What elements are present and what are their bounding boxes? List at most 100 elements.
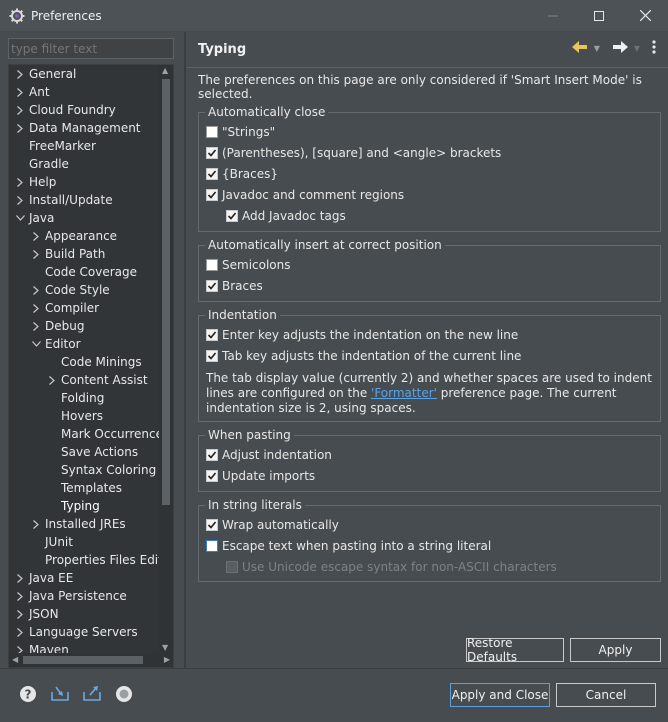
tree-item-java[interactable]: Java — [9, 209, 159, 227]
close-button[interactable] — [622, 0, 668, 31]
tree-item-java-persistence[interactable]: Java Persistence — [9, 587, 159, 605]
tree-item-ant[interactable]: Ant — [9, 83, 159, 101]
chevron-right-icon[interactable] — [31, 227, 41, 245]
tree-item-java-ee[interactable]: Java EE — [9, 569, 159, 587]
insert-braces-checkbox[interactable]: Braces — [206, 279, 263, 293]
chevron-right-icon[interactable] — [47, 371, 57, 389]
chevron-right-icon[interactable] — [15, 119, 25, 137]
tree-vertical-scrollbar[interactable]: ▲ ▼ — [159, 65, 173, 653]
add-javadoc-tags-checkbox[interactable]: Add Javadoc tags — [226, 209, 346, 223]
record-icon[interactable] — [114, 684, 134, 704]
auto-close-braces-checkbox[interactable]: {Braces} — [206, 167, 278, 181]
tree-item-debug[interactable]: Debug — [9, 317, 159, 335]
import-icon[interactable] — [50, 684, 70, 704]
tree-item-templates[interactable]: Templates — [9, 479, 159, 497]
enter-key-indent-checkbox[interactable]: Enter key adjusts the indentation on the… — [206, 328, 518, 342]
checkbox-checked[interactable] — [226, 210, 238, 222]
apply-button[interactable]: Apply — [570, 638, 661, 662]
tree-item-json[interactable]: JSON — [9, 605, 159, 623]
checkbox-checked[interactable] — [206, 329, 218, 341]
scroll-right-icon[interactable]: ▶ — [164, 655, 170, 664]
tree-horizontal-scrollbar[interactable]: ◀ ▶ — [9, 653, 173, 667]
chevron-right-icon[interactable] — [15, 623, 25, 641]
chevron-right-icon[interactable] — [15, 173, 25, 191]
horizontal-scroll-thumb[interactable] — [23, 656, 143, 664]
tree-item-appearance[interactable]: Appearance — [9, 227, 159, 245]
tree-item-install-update[interactable]: Install/Update — [9, 191, 159, 209]
tree-item-folding[interactable]: Folding — [9, 389, 159, 407]
minimize-button[interactable] — [530, 0, 576, 31]
scroll-up-icon[interactable]: ▲ — [162, 66, 168, 75]
checkbox-checked[interactable] — [206, 189, 218, 201]
chevron-right-icon[interactable] — [31, 299, 41, 317]
insert-semicolons-checkbox[interactable]: Semicolons — [206, 258, 291, 272]
auto-close-strings-checkbox[interactable]: "Strings" — [206, 125, 275, 139]
tree-item-code-minings[interactable]: Code Minings — [9, 353, 159, 371]
checkbox-unchecked[interactable] — [226, 561, 238, 573]
checkbox-checked[interactable] — [206, 168, 218, 180]
filter-input[interactable] — [8, 38, 174, 59]
tree-item-mark-occurrences[interactable]: Mark Occurrences — [9, 425, 169, 443]
tree-item-installed-jres[interactable]: Installed JREs — [9, 515, 159, 533]
scroll-left-icon[interactable]: ◀ — [12, 655, 18, 664]
auto-close-brackets-checkbox[interactable]: (Parentheses), [square] and <angle> brac… — [206, 146, 501, 160]
tree-item-syntax-coloring[interactable]: Syntax Coloring — [9, 461, 159, 479]
vertical-scroll-thumb[interactable] — [162, 79, 170, 505]
tree-item-data-management[interactable]: Data Management — [9, 119, 159, 137]
tree-item-freemarker[interactable]: FreeMarker — [9, 137, 159, 155]
tree-item-language-servers[interactable]: Language Servers — [9, 623, 159, 641]
tree-item-build-path[interactable]: Build Path — [9, 245, 159, 263]
chevron-right-icon[interactable] — [31, 317, 41, 335]
chevron-down-icon[interactable] — [31, 335, 41, 353]
checkbox-checked[interactable] — [206, 449, 218, 461]
wrap-automatically-checkbox[interactable]: Wrap automatically — [206, 518, 339, 532]
preferences-tree[interactable]: General Ant Cloud Foundry Data Management Fr… — [8, 64, 174, 668]
back-dropdown-icon[interactable]: ▼ — [594, 44, 600, 53]
tree-item-compiler[interactable]: Compiler — [9, 299, 159, 317]
chevron-right-icon[interactable] — [15, 569, 25, 587]
update-imports-checkbox[interactable]: Update imports — [206, 469, 315, 483]
chevron-right-icon[interactable] — [15, 191, 25, 209]
forward-dropdown-icon[interactable]: ▼ — [634, 44, 640, 53]
tree-item-code-style[interactable]: Code Style — [9, 281, 159, 299]
chevron-right-icon[interactable] — [15, 65, 25, 83]
chevron-right-icon[interactable] — [15, 83, 25, 101]
chevron-right-icon[interactable] — [15, 587, 25, 605]
forward-arrow-icon[interactable] — [612, 41, 628, 56]
export-icon[interactable] — [82, 684, 102, 704]
pane-splitter[interactable] — [184, 32, 186, 668]
chevron-right-icon[interactable] — [15, 605, 25, 623]
checkbox-checked[interactable] — [206, 519, 218, 531]
checkbox-unchecked[interactable] — [206, 259, 218, 271]
apply-and-close-button[interactable]: Apply and Close — [450, 683, 550, 707]
tree-item-gradle[interactable]: Gradle — [9, 155, 159, 173]
formatter-link[interactable]: 'Formatter' — [371, 386, 437, 400]
tree-item-editor[interactable]: Editor — [9, 335, 159, 353]
chevron-right-icon[interactable] — [31, 515, 41, 533]
checkbox-unchecked[interactable] — [206, 540, 218, 552]
restore-defaults-button[interactable]: Restore Defaults — [466, 636, 564, 664]
chevron-right-icon[interactable] — [31, 245, 41, 263]
unicode-escape-checkbox[interactable]: Use Unicode escape syntax for non-ASCII … — [226, 560, 557, 574]
checkbox-checked[interactable] — [206, 280, 218, 292]
view-menu-icon[interactable] — [652, 40, 656, 57]
tree-item-code-coverage[interactable]: Code Coverage — [9, 263, 159, 281]
maximize-button[interactable] — [576, 0, 622, 31]
checkbox-unchecked[interactable] — [206, 126, 218, 138]
escape-text-checkbox[interactable]: Escape text when pasting into a string l… — [206, 539, 491, 553]
tab-key-indent-checkbox[interactable]: Tab key adjusts the indentation of the c… — [206, 349, 521, 363]
tree-item-cloud-foundry[interactable]: Cloud Foundry — [9, 101, 159, 119]
tree-item-properties-files-edito[interactable]: Properties Files Edito — [9, 551, 170, 569]
scroll-down-icon[interactable]: ▼ — [162, 643, 168, 652]
tree-item-general[interactable]: General — [9, 65, 159, 83]
auto-close-javadoc-checkbox[interactable]: Javadoc and comment regions — [206, 188, 404, 202]
chevron-right-icon[interactable] — [31, 281, 41, 299]
chevron-down-icon[interactable] — [15, 209, 25, 227]
checkbox-checked[interactable] — [206, 147, 218, 159]
help-icon[interactable]: ? — [18, 684, 38, 704]
back-arrow-icon[interactable] — [571, 41, 588, 56]
tree-item-hovers[interactable]: Hovers — [9, 407, 159, 425]
tree-item-help[interactable]: Help — [9, 173, 159, 191]
checkbox-checked[interactable] — [206, 470, 218, 482]
checkbox-checked[interactable] — [206, 350, 218, 362]
